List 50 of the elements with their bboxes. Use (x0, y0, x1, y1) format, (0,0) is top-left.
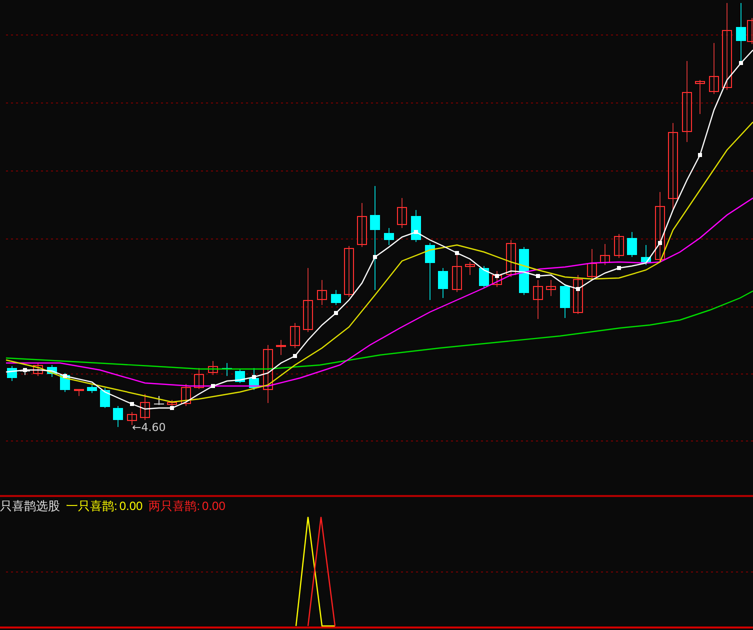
candlestick (479, 266, 489, 288)
candlestick (140, 394, 150, 420)
candlestick (47, 364, 57, 378)
candlestick (331, 290, 341, 306)
candlestick (573, 274, 583, 314)
candlestick (533, 280, 543, 320)
candlestick (627, 232, 637, 258)
indicator-title: 只喜鹊选股 (0, 500, 60, 512)
candlestick (655, 192, 665, 262)
indicator-label: 一只喜鹊: (66, 500, 118, 512)
candlestick (263, 344, 273, 404)
candlestick (235, 368, 245, 384)
candlestick (452, 254, 462, 292)
candlestick (397, 198, 407, 228)
candlestick (546, 280, 556, 296)
candlestick (208, 360, 218, 376)
candlestick (695, 80, 705, 114)
indicator-value: 0.00 (119, 500, 143, 512)
candlestick (290, 322, 300, 348)
candlestick (87, 384, 97, 394)
candlestick (641, 244, 651, 266)
candlestick (194, 368, 204, 390)
candlestick (492, 270, 502, 288)
candlestick (344, 246, 354, 298)
candlestick (33, 362, 43, 376)
candlestick (317, 280, 327, 306)
candlestick (276, 340, 286, 356)
indicator-label: 两只喜鹊: (148, 500, 200, 512)
candlestick (411, 210, 421, 242)
price-label: ←4.60 (132, 422, 166, 433)
candlestick (519, 246, 529, 296)
candlestick (100, 388, 110, 408)
candlestick (600, 244, 610, 266)
candlestick (357, 202, 367, 248)
candlestick (506, 240, 516, 278)
candlestick (181, 384, 191, 406)
candlestick (438, 268, 448, 298)
candlestick (560, 284, 570, 318)
candlestick (303, 268, 313, 332)
candlestick (74, 388, 84, 396)
candlestick (7, 366, 17, 382)
candlestick (154, 396, 164, 406)
candlestick (425, 242, 435, 300)
indicator-value: 0.00 (202, 500, 226, 512)
candlestick (614, 234, 624, 258)
candlestick (709, 42, 719, 94)
candlestick (465, 262, 475, 276)
candlestick (222, 362, 232, 376)
candlestick (384, 228, 394, 246)
candlestick (113, 406, 123, 428)
